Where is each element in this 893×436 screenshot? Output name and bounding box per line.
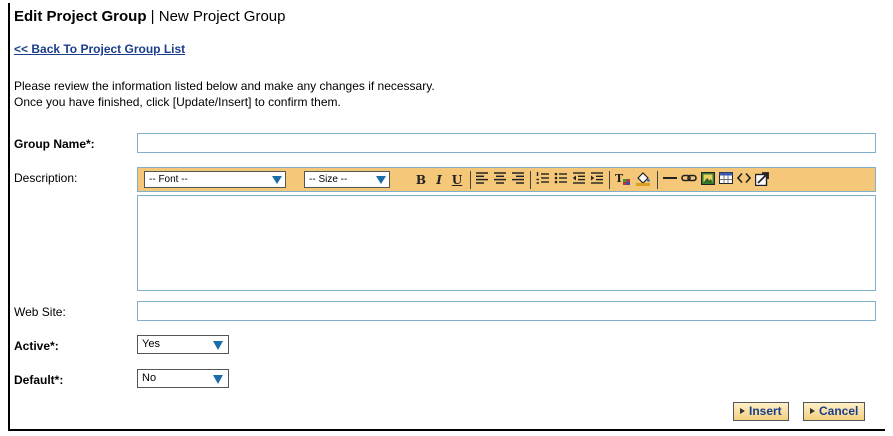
page-title: Edit Project Group | New Project Group (14, 8, 285, 25)
description-label: Description: (14, 171, 78, 185)
align-right-icon[interactable] (510, 172, 526, 188)
ordered-list-icon[interactable] (535, 172, 551, 188)
title-subtitle: New Project Group (158, 8, 286, 25)
toolbar-divider (609, 171, 610, 189)
bold-button[interactable]: B (414, 172, 428, 188)
italic-button[interactable]: I (432, 172, 446, 188)
active-select-value: Yes (142, 338, 160, 350)
play-arrow-icon (810, 408, 815, 414)
link-icon[interactable] (680, 172, 698, 188)
back-to-project-group-list-link[interactable]: << Back To Project Group List (14, 42, 185, 56)
web-site-input[interactable] (137, 301, 876, 321)
active-label: Active*: (14, 339, 59, 353)
align-center-icon[interactable] (492, 172, 508, 188)
size-select-value: -- Size -- (309, 174, 348, 185)
unordered-list-icon[interactable] (553, 172, 569, 188)
svg-text:T: T (615, 172, 624, 185)
chevron-down-icon (213, 375, 223, 384)
intro-line-2: Once you have finished, click [Update/In… (14, 95, 341, 109)
chevron-down-icon (272, 176, 282, 184)
toolbar-divider (470, 171, 471, 189)
insert-button[interactable]: Insert (733, 402, 789, 421)
fullscreen-icon[interactable] (754, 172, 770, 188)
toolbar-divider (657, 171, 658, 189)
table-icon[interactable] (718, 172, 734, 188)
chevron-down-icon (376, 176, 386, 184)
web-site-label: Web Site: (14, 305, 66, 319)
size-select[interactable]: -- Size -- (304, 171, 390, 188)
cancel-button-label: Cancel (819, 404, 859, 418)
group-name-label: Group Name*: (14, 137, 95, 151)
image-icon[interactable] (700, 172, 716, 188)
title-bold: Edit Project Group (14, 8, 147, 25)
play-arrow-icon (740, 408, 745, 414)
insert-button-label: Insert (749, 404, 782, 418)
default-select-value: No (142, 372, 157, 384)
intro-line-1: Please review the information listed bel… (14, 79, 435, 93)
active-select[interactable]: Yes (137, 335, 229, 354)
default-label: Default*: (14, 373, 64, 387)
background-color-icon[interactable] (634, 172, 652, 188)
align-left-icon[interactable] (474, 172, 490, 188)
underline-button[interactable]: U (450, 172, 464, 188)
description-editor-area[interactable] (137, 195, 876, 291)
font-select[interactable]: -- Font -- (144, 171, 286, 188)
toolbar-divider (530, 171, 531, 189)
editor-toolbar: -- Font -- -- Size -- B I U T (137, 167, 876, 192)
group-name-input[interactable] (137, 133, 876, 153)
horizontal-rule-icon[interactable] (662, 172, 678, 188)
cancel-button[interactable]: Cancel (803, 402, 866, 421)
outdent-icon[interactable] (571, 172, 587, 188)
indent-icon[interactable] (589, 172, 605, 188)
title-separator: | (146, 8, 159, 25)
intro-text: Please review the information listed bel… (14, 78, 435, 110)
font-select-value: -- Font -- (149, 174, 188, 185)
source-code-icon[interactable] (736, 172, 752, 188)
chevron-down-icon (213, 341, 223, 350)
text-color-icon[interactable]: T (614, 172, 632, 188)
default-select[interactable]: No (137, 369, 229, 388)
